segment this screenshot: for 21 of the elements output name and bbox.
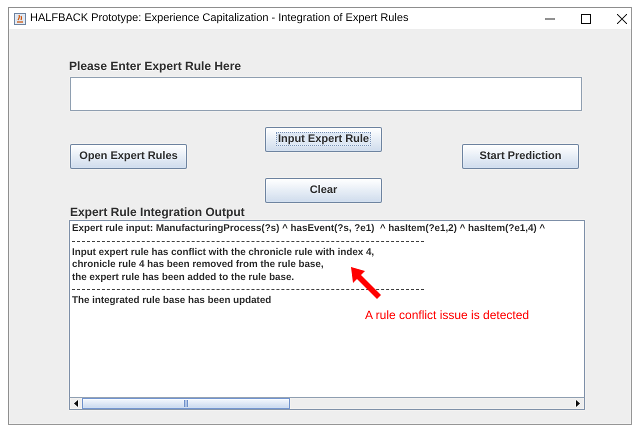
action-button[interactable]: Open Expert Rules	[70, 144, 187, 169]
output-line: chronicle rule 4 has been removed from the rule base,	[72, 259, 324, 272]
annotation-text: A rule conflict issue is detected	[365, 307, 530, 324]
output-line: Input expert rule has conflict with the chronicle rule with index 4,	[72, 246, 374, 259]
output-line: Expert rule input: ManufacturingProcess(?s) ^ hasEvent(?s, ?e1) ^ hasItem(?e1,2) ^ hasItem(?e1,4) ^	[72, 223, 546, 236]
action-button[interactable]: Input Expert Rule	[265, 127, 382, 152]
output-line: the expert rule has been added to the rule base.	[72, 272, 294, 284]
action-button[interactable]: Start Prediction	[462, 144, 579, 169]
annotation-arrow	[351, 267, 383, 301]
app-icon	[14, 12, 26, 24]
action-button[interactable]: Clear	[265, 178, 382, 203]
window-title: HALFBACK Prototype: Experience Capitalization - Integration of Expert Rules	[30, 11, 408, 26]
field-label: Please Enter Expert Rule Here	[69, 58, 242, 75]
close-icon[interactable]	[617, 14, 627, 24]
output-line: The integrated rule base has been updated	[72, 295, 272, 308]
rule-input-field[interactable]	[70, 77, 582, 111]
output-label: Expert Rule Integration Output	[70, 204, 245, 221]
horizontal-scrollbar[interactable]	[70, 397, 584, 409]
maximize-icon[interactable]	[581, 14, 591, 24]
grip-icon	[184, 400, 188, 407]
scroll-thumb[interactable]	[82, 398, 290, 409]
